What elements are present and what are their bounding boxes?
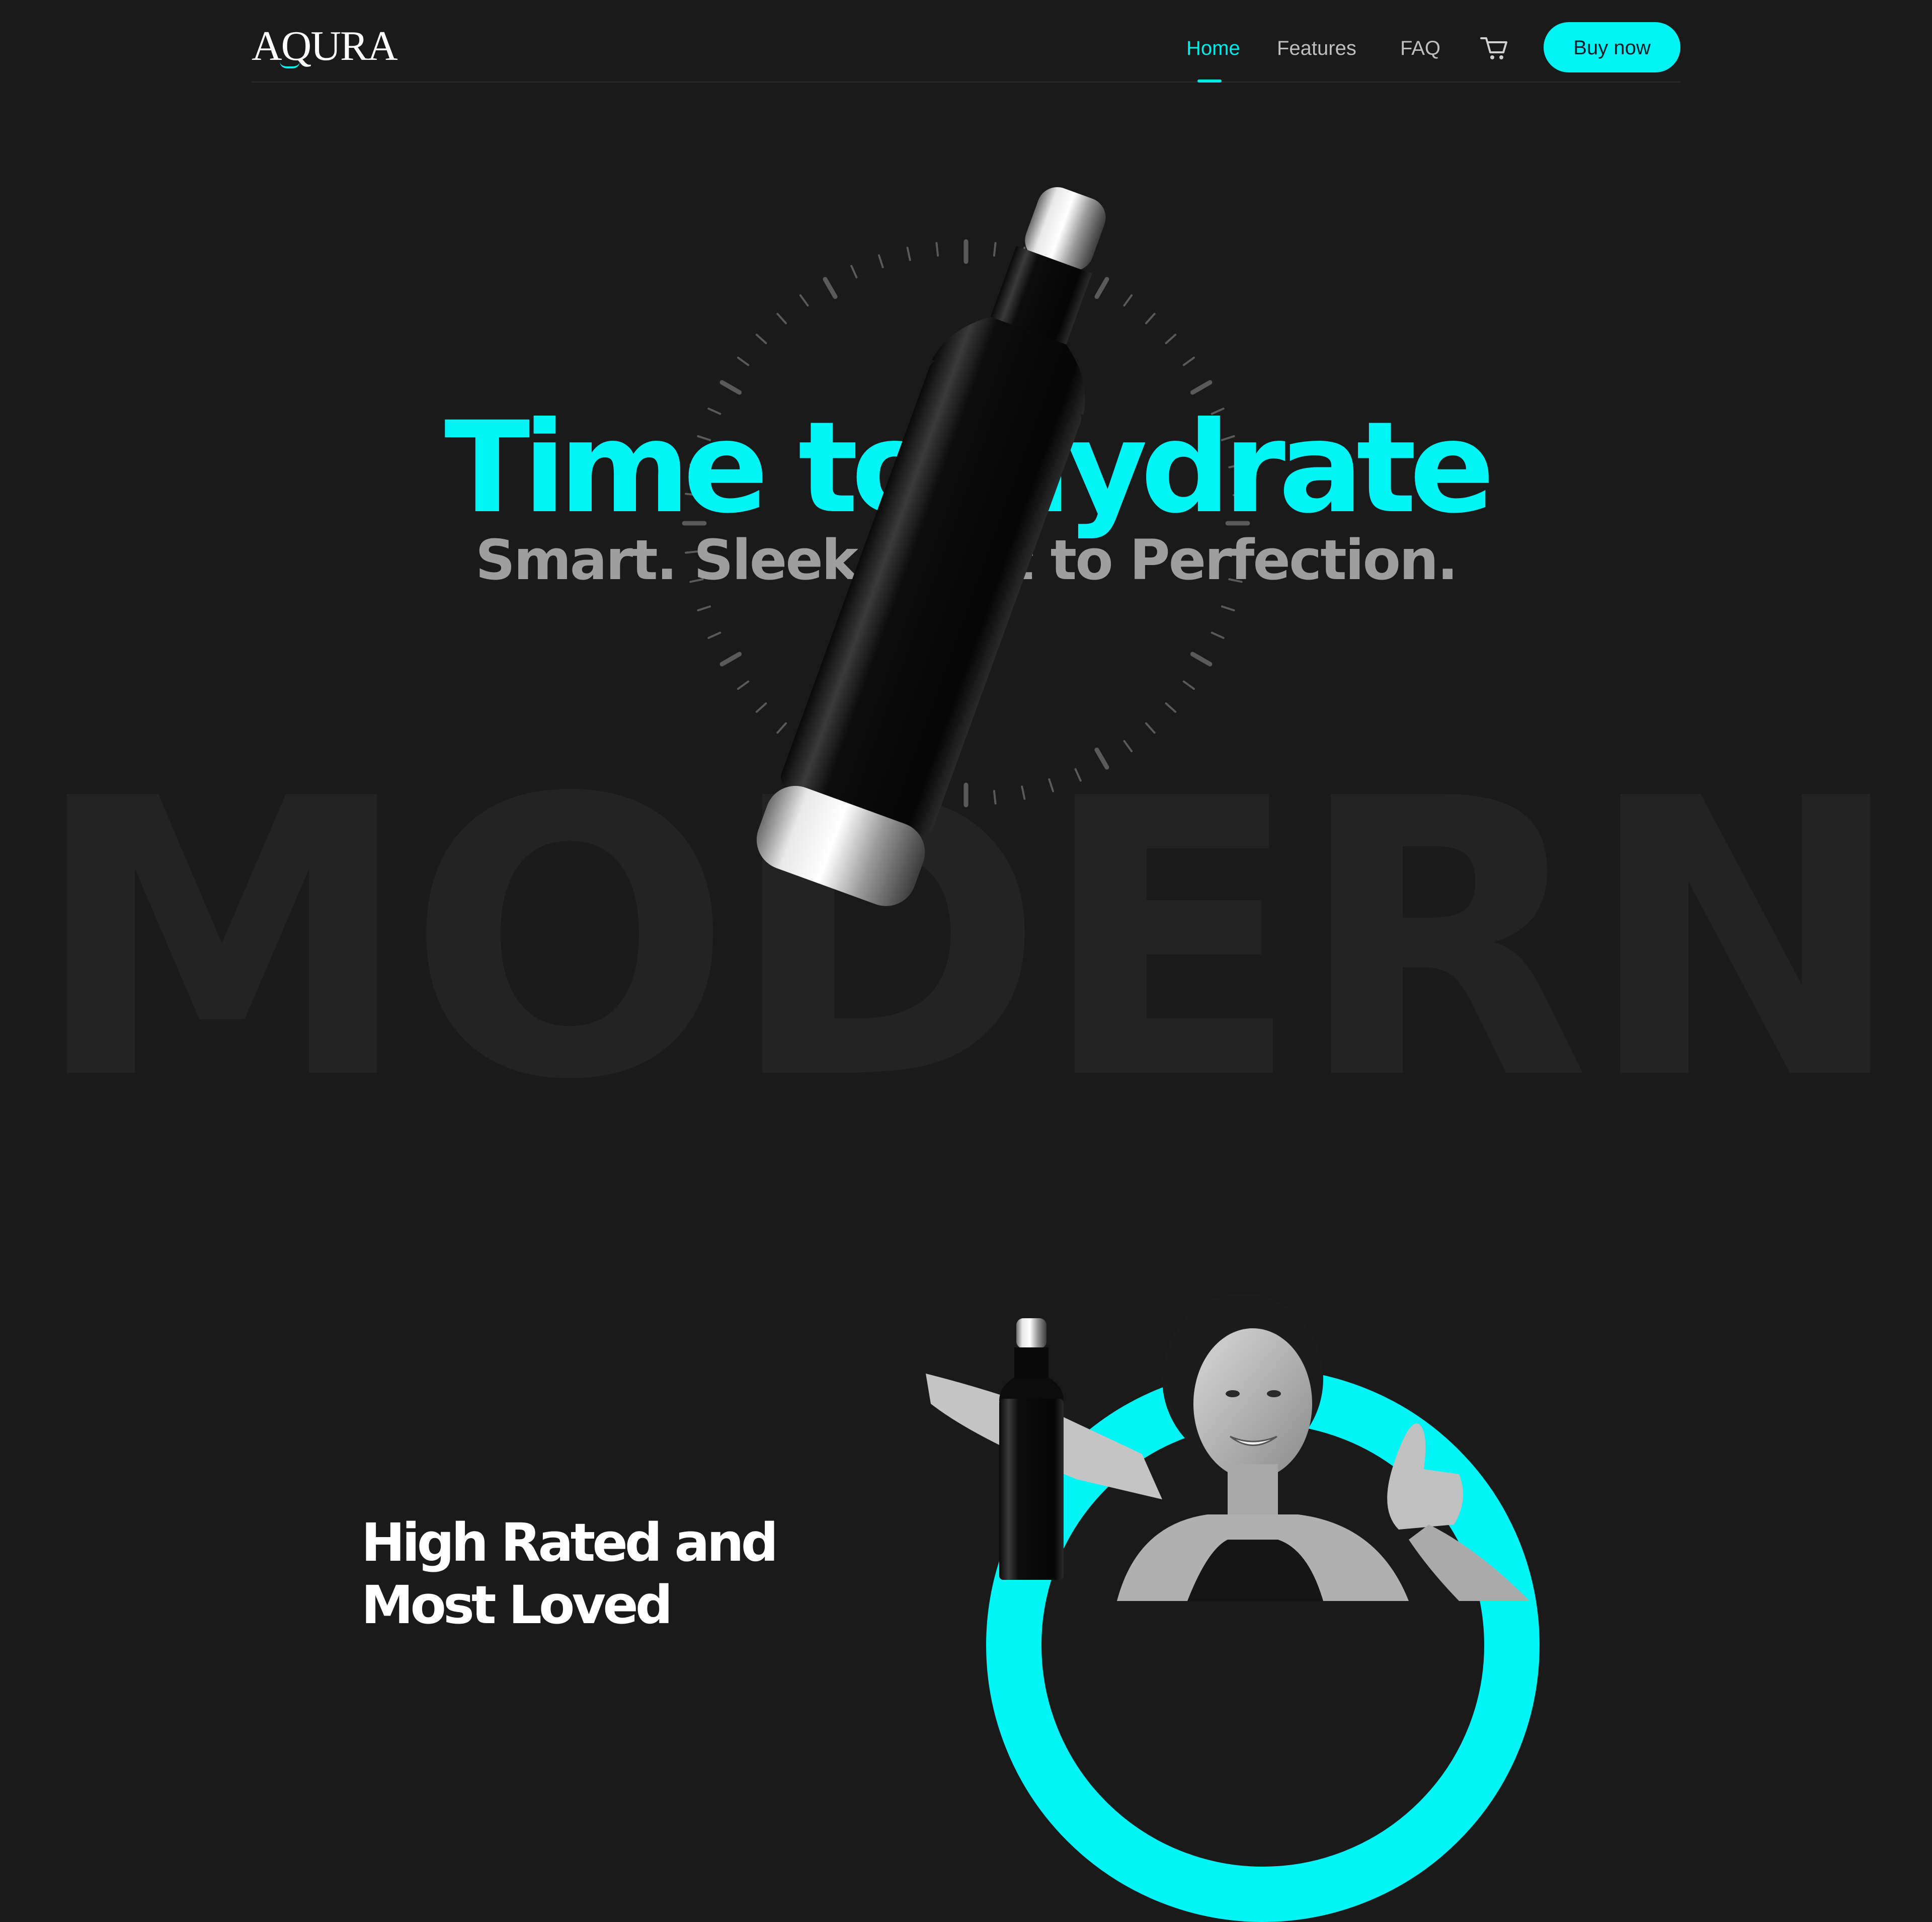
nav-link-home[interactable]: Home xyxy=(1186,35,1240,61)
nav-link-features[interactable]: Features xyxy=(1277,35,1356,61)
hero-bottle-image xyxy=(756,187,1106,906)
section-title: High Rated and Most Loved xyxy=(361,1511,864,1636)
dial-tick xyxy=(697,605,711,612)
section-title-line-1: High Rated and xyxy=(361,1512,778,1573)
section-title-line-2: Most Loved xyxy=(361,1574,673,1636)
active-link-indicator xyxy=(1197,79,1222,83)
dial-tick xyxy=(1221,605,1235,612)
small-bottle-image xyxy=(999,1318,1064,1580)
dial-tick xyxy=(1190,652,1213,667)
buy-now-button[interactable]: Buy now xyxy=(1544,22,1680,72)
top-nav: AQURA Home Features FAQ Buy now xyxy=(252,0,1680,83)
dial-tick xyxy=(1211,631,1225,639)
dial-tick xyxy=(707,631,721,639)
dial-tick xyxy=(1182,680,1195,690)
brand-logo[interactable]: AQURA xyxy=(252,23,398,69)
nav-link-faq[interactable]: FAQ xyxy=(1400,35,1440,61)
dial-tick xyxy=(1190,380,1213,395)
cart-icon[interactable] xyxy=(1479,34,1509,62)
dial-tick xyxy=(1182,356,1195,366)
